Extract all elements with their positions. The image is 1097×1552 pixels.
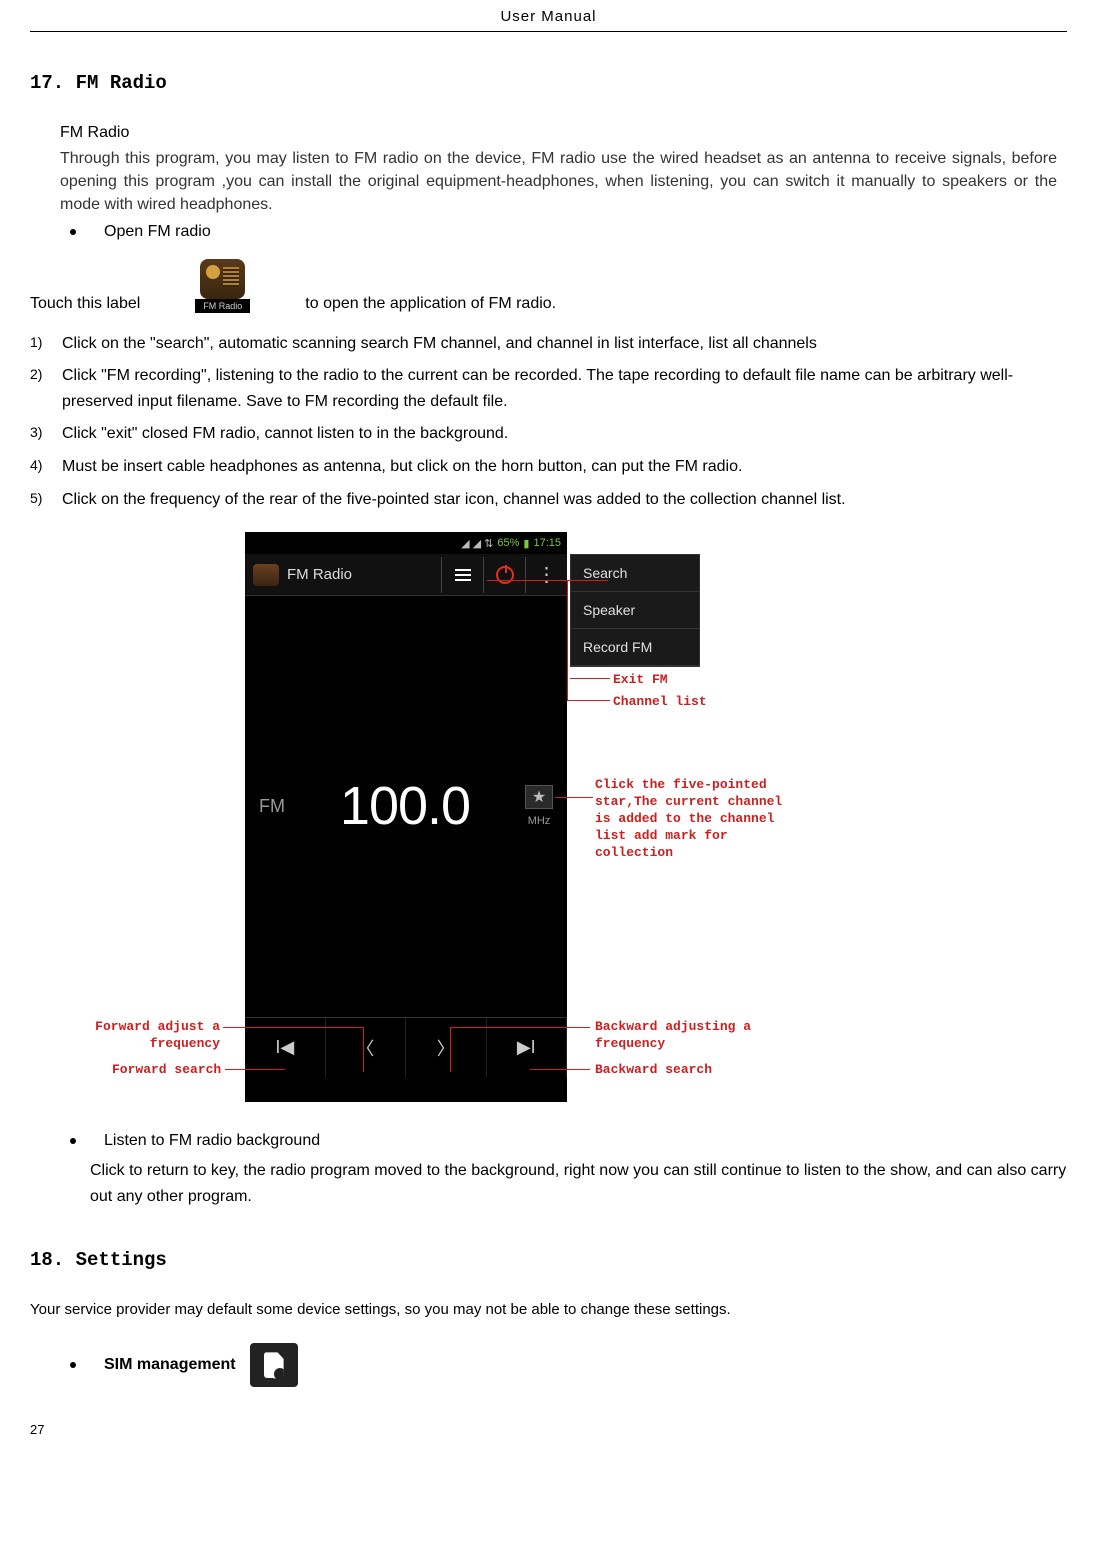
fm-radio-intro: Through this program, you may listen to …: [60, 147, 1057, 217]
next-track-icon: ▶I: [517, 1037, 536, 1058]
annot-line: [530, 1069, 590, 1070]
battery-pct: 65%: [497, 537, 519, 549]
status-time: 17:15: [533, 537, 561, 549]
step-num: 4): [30, 454, 62, 480]
list-icon: [455, 569, 471, 581]
page-header: User Manual: [30, 0, 1067, 32]
annotation-fwd-adjust: Forward adjust a frequency: [85, 1019, 220, 1053]
touch-before-text: Touch this label: [30, 295, 140, 313]
listen-background-text: Click to return to key, the radio progra…: [90, 1158, 1067, 1209]
open-fm-label: Open FM radio: [104, 223, 211, 241]
step-num: 1): [30, 331, 62, 357]
fm-radio-app-icon: FM Radio: [195, 259, 250, 313]
annot-line: [450, 1027, 590, 1028]
chevron-right-icon: 〉: [437, 1035, 455, 1061]
sim-management-label: SIM management: [104, 1356, 236, 1374]
mhz-label: MHz: [528, 815, 551, 827]
step-text: Click on the "search", automatic scannin…: [62, 331, 1067, 357]
battery-icon: ▮: [523, 537, 529, 550]
annot-line: [555, 797, 593, 798]
step-text: Click on the frequency of the rear of th…: [62, 487, 1067, 513]
menu-button[interactable]: ⋮: [525, 557, 567, 593]
prev-track-icon: I◀: [275, 1037, 294, 1058]
bullet-icon: [70, 1138, 76, 1144]
phone-black-area-top: [245, 596, 567, 761]
annotation-fwd-search: Forward search: [112, 1062, 221, 1077]
power-button[interactable]: [483, 557, 525, 593]
annot-line: [567, 700, 610, 701]
settings-intro: Your service provider may default some d…: [30, 1301, 1067, 1318]
annot-line: [567, 580, 568, 700]
step-num: 5): [30, 487, 62, 513]
dropdown-item-record[interactable]: Record FM: [571, 629, 699, 666]
annot-line: [570, 678, 610, 679]
annotation-exit-fm: Exit FM: [613, 672, 668, 687]
dropdown-item-speaker[interactable]: Speaker: [571, 592, 699, 629]
fm-radio-screenshot-figure: ◢ ◢ ⇅ 65% ▮ 17:15 FM Radio ⋮ FM 100.0 ★ …: [30, 532, 1067, 1112]
titlebar-text: FM Radio: [287, 566, 352, 583]
sim-management-row: SIM management: [60, 1343, 1067, 1387]
annotation-bwd-adjust: Backward adjusting a frequency: [595, 1019, 775, 1053]
page-number: 27: [30, 1422, 1067, 1437]
annot-line: [225, 1069, 285, 1070]
fm-steps-list: 1)Click on the "search", automatic scann…: [30, 331, 1067, 513]
annot-line: [450, 1027, 451, 1072]
playback-controls: I◀ 〈 〉 ▶I: [245, 1017, 567, 1077]
step-num: 3): [30, 421, 62, 447]
fm-band-label: FM: [259, 796, 285, 817]
touch-after-text: to open the application of FM radio.: [305, 295, 556, 313]
sim-card-glyph: [264, 1352, 284, 1378]
chevron-left-icon: 〈: [356, 1035, 374, 1061]
step-text: Click "exit" closed FM radio, cannot lis…: [62, 421, 1067, 447]
annotation-star: Click the five-pointed star,The current …: [595, 777, 785, 861]
frequency-bar: FM 100.0 ★ MHz: [245, 761, 567, 851]
radio-mini-icon: [253, 564, 279, 586]
radio-icon: [200, 259, 245, 299]
section-17-title: 17. FM Radio: [30, 72, 1067, 94]
annot-line: [487, 580, 567, 581]
channel-list-button[interactable]: [441, 557, 483, 593]
section-18-title: 18. Settings: [30, 1249, 1067, 1271]
open-fm-bullet: Open FM radio: [60, 223, 1067, 241]
annotation-bwd-search: Backward search: [595, 1062, 712, 1077]
fm-radio-subtitle: FM Radio: [60, 124, 1067, 142]
annotation-channel-list: Channel list: [613, 694, 707, 709]
sim-settings-icon: [250, 1343, 298, 1387]
annot-line: [568, 580, 608, 581]
listen-background-bullet: Listen to FM radio background: [60, 1132, 1067, 1150]
app-titlebar: FM Radio ⋮: [245, 554, 567, 596]
touch-label-row: Touch this label FM Radio to open the ap…: [30, 259, 1067, 313]
phone-screenshot: ◢ ◢ ⇅ 65% ▮ 17:15 FM Radio ⋮ FM 100.0 ★ …: [245, 532, 567, 1102]
bullet-icon: [70, 229, 76, 235]
step-text: Must be insert cable headphones as anten…: [62, 454, 1067, 480]
status-bar: ◢ ◢ ⇅ 65% ▮ 17:15: [245, 532, 567, 554]
step-num: 2): [30, 363, 62, 414]
dropdown-item-search[interactable]: Search: [571, 555, 699, 592]
listen-background-label: Listen to FM radio background: [104, 1132, 320, 1150]
app-icon-label: FM Radio: [195, 299, 250, 313]
star-icon: ★: [532, 787, 546, 807]
menu-icon: ⋮: [537, 570, 557, 580]
bullet-icon: [70, 1362, 76, 1368]
annot-line: [223, 1027, 363, 1028]
signal-icon: ◢ ◢ ⇅: [461, 537, 493, 550]
options-dropdown: Search Speaker Record FM: [570, 554, 700, 667]
annot-line: [363, 1027, 364, 1072]
step-text: Click "FM recording", listening to the r…: [62, 363, 1067, 414]
favorite-star-button[interactable]: ★: [525, 785, 553, 809]
phone-black-area-bottom: [245, 851, 567, 1017]
frequency-value: 100.0: [291, 775, 519, 837]
